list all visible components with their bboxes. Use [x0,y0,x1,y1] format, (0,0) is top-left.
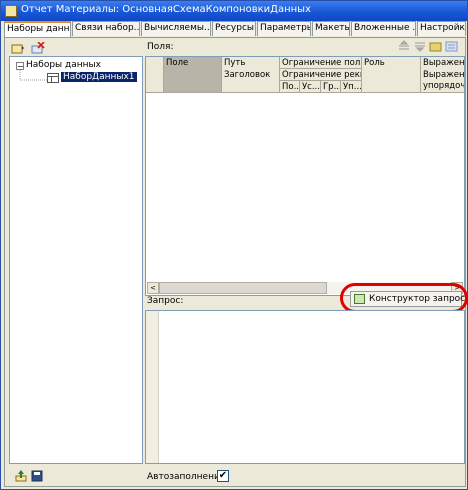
column-header-restrict-requisites[interactable]: Ограничение рекв... [280,69,362,81]
app-icon [5,5,17,17]
column-header-field[interactable]: Поле [164,57,222,93]
tab-strip: Наборы данн... Связи набор... Вычисляемы… [4,21,466,38]
save-icon[interactable] [31,470,43,482]
fields-table[interactable]: Поле Путь Заголовок Ограничение поля Огр… [145,56,465,296]
autofill-label: Автозаполнение [147,472,226,482]
left-toolbar [9,41,143,56]
tab-data-sets[interactable]: Наборы данн... [4,21,71,38]
tab-layouts[interactable]: Макеты [312,21,350,36]
tab-set-links[interactable]: Связи набор... [72,21,140,36]
column-header-expression[interactable]: Выражение [421,57,464,69]
folder-icon[interactable] [429,40,443,52]
main-window: Отчет Материалы: ОсновнаяСхемаКомпоновки… [0,0,468,490]
title-bar[interactable]: Отчет Материалы: ОсновнаяСхемаКомпоновки… [1,1,467,21]
column-header-restrict-sub4[interactable]: Уп... [341,81,362,93]
tab-resources[interactable]: Ресурсы [212,21,256,36]
row-marker-header [146,57,164,93]
move-up-icon[interactable] [397,40,411,52]
annotation-highlight-ellipse [340,283,468,313]
tree-item-dataset1-label: НаборДанных1 [61,72,137,82]
column-header-restrict-field[interactable]: Ограничение поля [280,57,362,69]
tree-item-dataset1[interactable]: НаборДанных1 [61,72,137,82]
query-label: Запрос: [147,296,184,306]
column-header-order-expression[interactable]: Выражение упорядоче... [421,69,464,93]
tree-connector [19,70,47,81]
autofill-checkbox[interactable]: ✔ [217,470,229,482]
dataset-tree[interactable]: − Наборы данных НаборДанных1 [9,56,143,464]
add-dataset-icon[interactable] [11,42,25,54]
delete-dataset-icon[interactable] [31,41,45,54]
tree-expander-icon[interactable]: − [16,62,24,71]
column-header-restrict-sub2[interactable]: Ус... [300,81,321,93]
column-header-restrict-sub1[interactable]: По... [280,81,300,93]
fields-label: Поля: [147,42,174,52]
scroll-thumb[interactable] [159,282,327,294]
column-header-title[interactable]: Заголовок [222,69,280,93]
dataset-table-icon [47,73,59,86]
move-down-icon[interactable] [413,40,427,52]
tab-nested[interactable]: Вложенные ... [351,21,416,36]
scroll-left-button[interactable]: < [147,282,159,294]
column-header-path[interactable]: Путь [222,57,280,69]
tab-parameters[interactable]: Параметры [257,21,311,36]
field-properties-icon[interactable] [445,40,459,52]
fields-toolbar [395,40,465,54]
tab-calculated[interactable]: Вычисляемы... [141,21,211,36]
query-text-editor[interactable] [145,310,465,464]
column-header-restrict-sub3[interactable]: Гр... [321,81,341,93]
column-header-role[interactable]: Роль [362,57,421,93]
window-title: Отчет Материалы: ОсновнаяСхемаКомпоновки… [21,4,311,15]
tab-page: − Наборы данных НаборДанных1 Поля: Поле … [4,37,468,487]
tree-root-label[interactable]: Наборы данных [26,60,101,70]
editor-gutter [146,311,159,463]
tab-settings[interactable]: Настройки [417,21,466,36]
import-icon[interactable] [15,470,27,482]
